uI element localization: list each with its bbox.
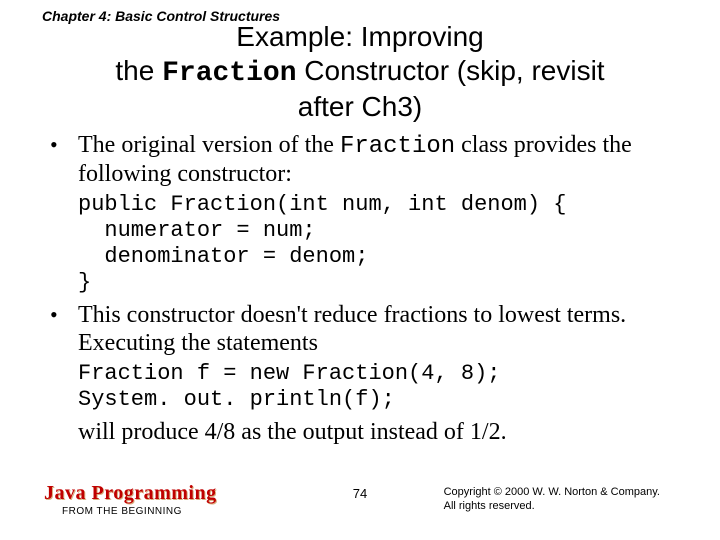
code-block-2: Fraction f = new Fraction(4, 8); System.… xyxy=(78,361,680,413)
footer-subtitle: FROM THE BEGINNING xyxy=(62,506,217,517)
title-line2-suffix: Constructor (skip, revisit xyxy=(297,55,605,86)
bullet-1-text: The original version of the Fraction cla… xyxy=(78,132,680,188)
title-line2-mono: Fraction xyxy=(162,58,296,89)
bullet-2-text: This constructor doesn't reduce fraction… xyxy=(78,302,680,357)
copyright-line2: All rights reserved. xyxy=(444,500,535,512)
footer-copyright: Copyright © 2000 W. W. Norton & Company.… xyxy=(444,486,660,514)
slide-footer: Java Programming FROM THE BEGINNING 74 C… xyxy=(0,482,720,526)
title-line2-prefix: the xyxy=(115,55,162,86)
title-line3: after Ch3) xyxy=(298,91,423,122)
bullet-marker: • xyxy=(50,302,78,327)
conclusion-text: will produce 4/8 as the output instead o… xyxy=(78,419,680,447)
bullet-2: • This constructor doesn't reduce fracti… xyxy=(50,302,680,357)
copyright-line1: Copyright © 2000 W. W. Norton & Company. xyxy=(444,486,660,498)
bullet-2-before: This constructor doesn't reduce fraction… xyxy=(78,302,626,356)
code-block-1: public Fraction(int num, int denom) { nu… xyxy=(78,192,680,296)
slide-title: Example: Improving the Fraction Construc… xyxy=(0,20,720,124)
title-line1: Example: Improving xyxy=(236,21,483,52)
bullet-1: • The original version of the Fraction c… xyxy=(50,132,680,188)
slide-body: • The original version of the Fraction c… xyxy=(50,130,680,447)
bullet-1-mono: Fraction xyxy=(340,133,455,160)
bullet-marker: • xyxy=(50,132,78,157)
bullet-1-before: The original version of the xyxy=(78,132,340,158)
